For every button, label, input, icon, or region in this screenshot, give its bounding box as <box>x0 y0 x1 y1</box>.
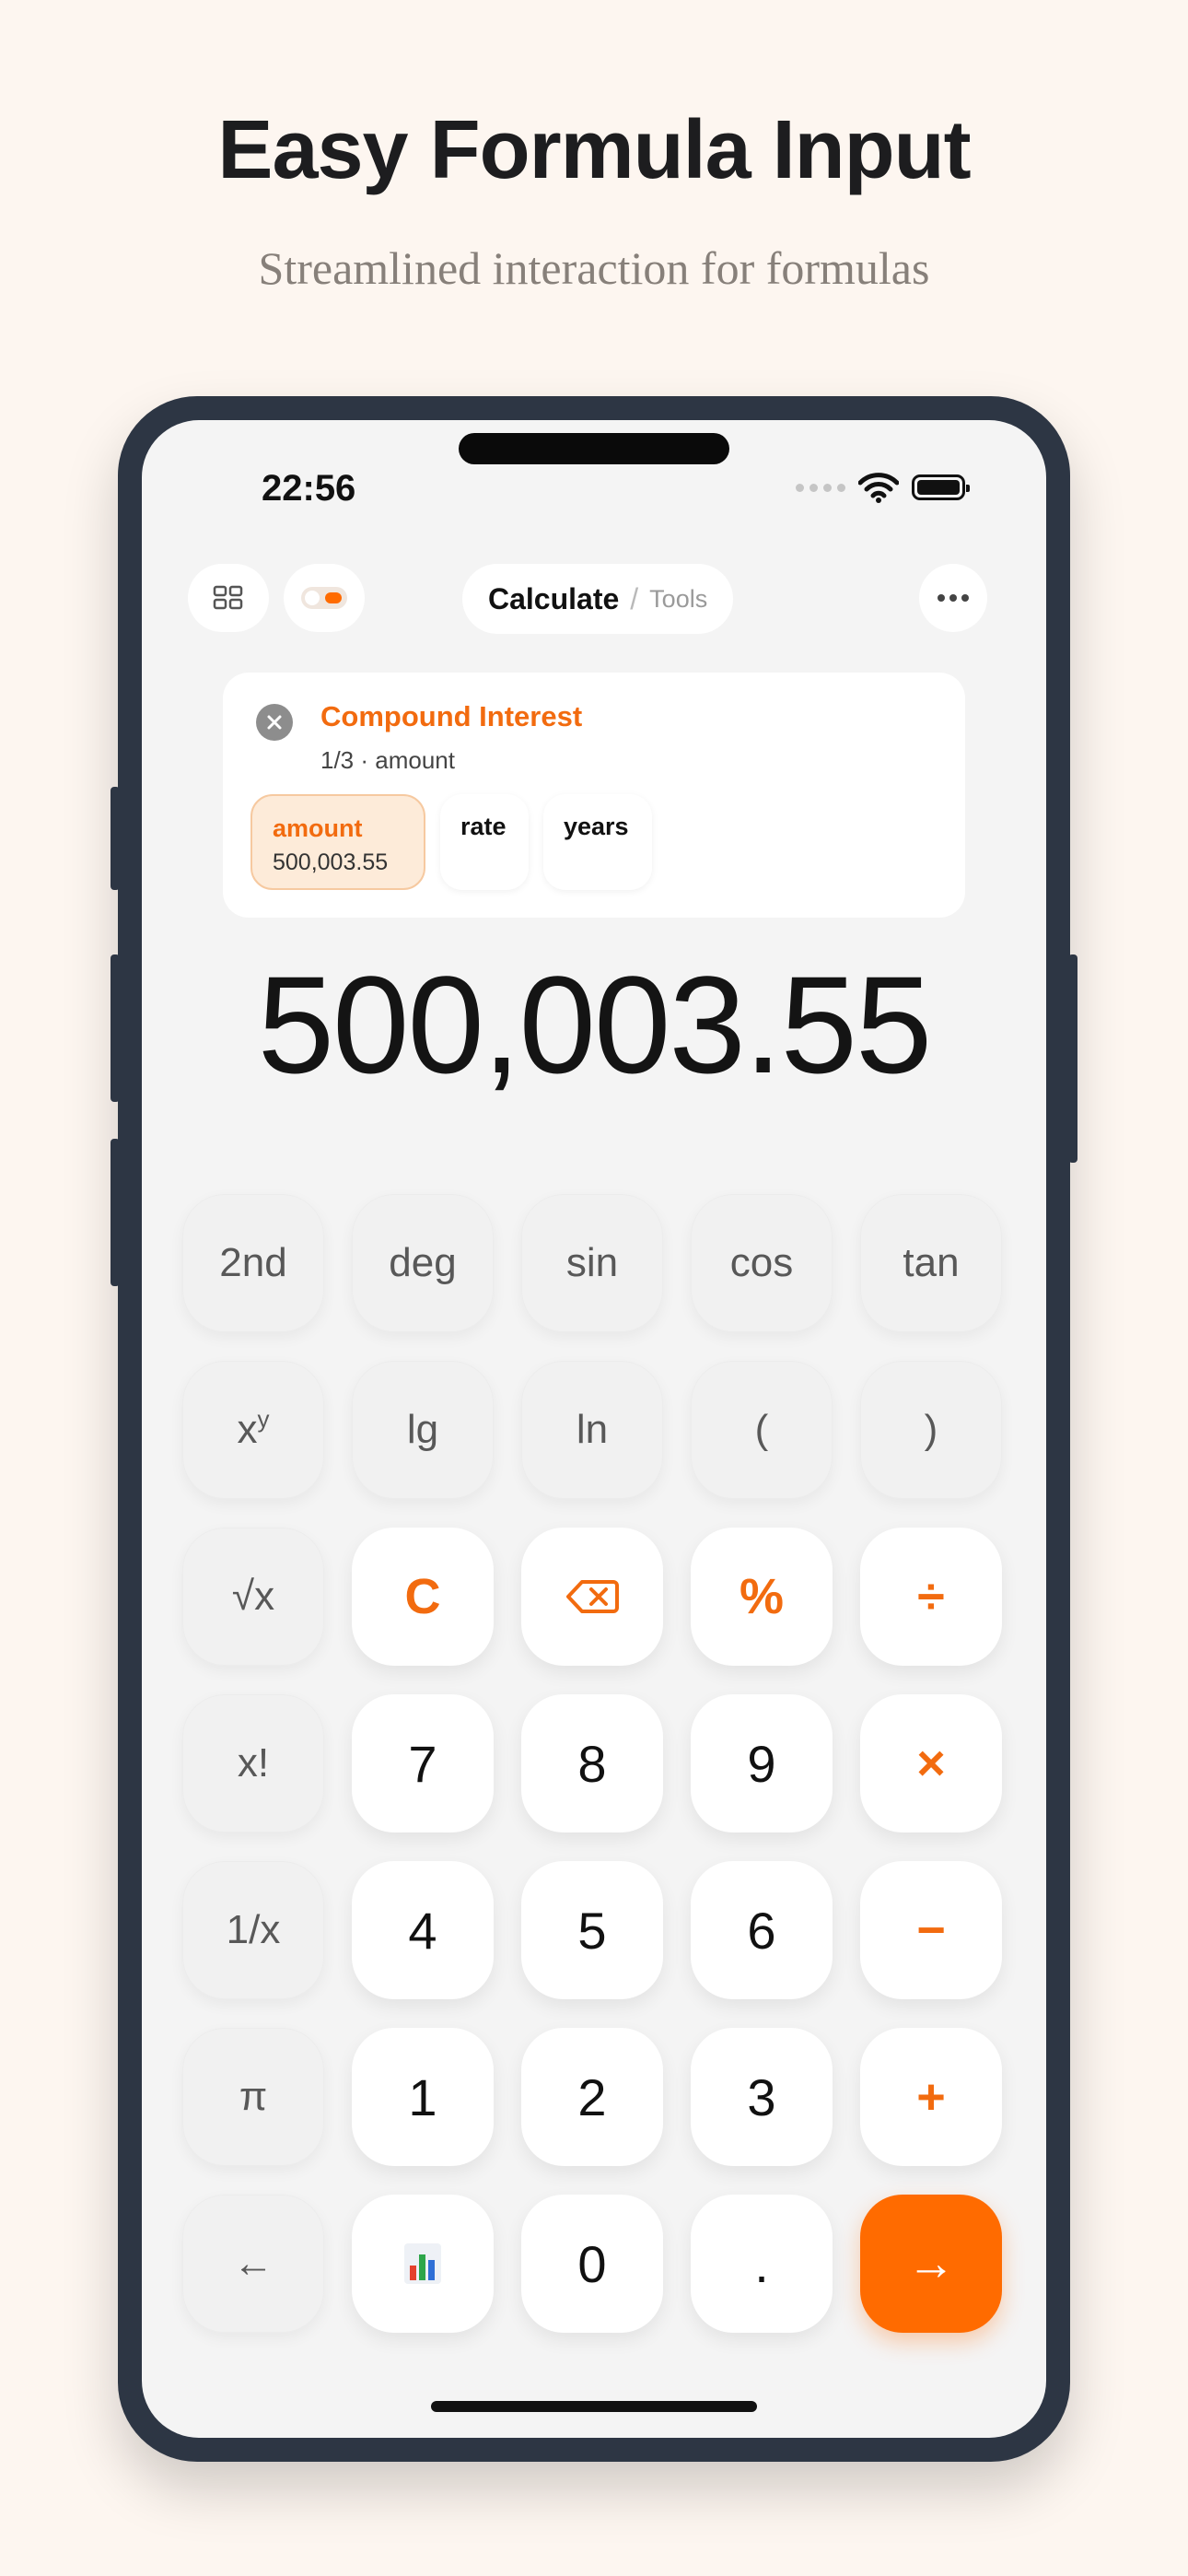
key-0[interactable]: 0 <box>521 2195 663 2333</box>
key-sqrt[interactable]: √x <box>182 1528 324 1666</box>
key-sin[interactable]: sin <box>521 1194 663 1332</box>
key-1[interactable]: 1 <box>352 2028 494 2166</box>
title-label: Calculate <box>488 581 620 615</box>
key-right-paren[interactable]: ) <box>860 1361 1002 1499</box>
status-time: 22:56 <box>262 468 356 509</box>
param-value: 500,003.55 <box>273 849 389 875</box>
key-next[interactable]: → <box>860 2195 1002 2333</box>
battery-icon <box>912 474 970 500</box>
keypad: 2nd deg sin cos tan xy lg ln ( ) √x C % <box>182 1194 1006 2336</box>
formula-card: Compound Interest 1/3 · amount amount 50… <box>223 673 965 918</box>
subheadline: Streamlined interaction for formulas <box>258 242 930 294</box>
dynamic-island <box>459 433 729 464</box>
key-left-paren[interactable]: ( <box>691 1361 833 1499</box>
key-lg[interactable]: lg <box>352 1361 494 1499</box>
key-7[interactable]: 7 <box>352 1694 494 1832</box>
wifi-icon <box>858 473 899 503</box>
param-name: years <box>564 813 629 840</box>
key-pi[interactable]: π <box>182 2028 324 2166</box>
param-chip-years[interactable]: years <box>543 794 652 890</box>
key-backspace[interactable] <box>521 1528 663 1666</box>
signal-icon <box>796 483 845 492</box>
param-name: rate <box>460 813 507 840</box>
formula-progress: 1/3 · amount <box>320 746 455 774</box>
subtitle-label: Tools <box>649 584 708 613</box>
backspace-icon <box>566 1580 619 1613</box>
param-chip-amount[interactable]: amount 500,003.55 <box>250 794 425 890</box>
volume-down-button <box>111 1139 120 1286</box>
key-cos[interactable]: cos <box>691 1194 833 1332</box>
key-power[interactable]: xy <box>182 1361 324 1499</box>
key-deg[interactable]: deg <box>352 1194 494 1332</box>
key-back[interactable]: ← <box>182 2195 324 2333</box>
screen-title[interactable]: Calculate / Tools <box>462 564 734 634</box>
bar-chart-icon <box>404 2243 441 2284</box>
key-percent[interactable]: % <box>691 1528 833 1666</box>
home-indicator <box>431 2401 757 2412</box>
key-chart[interactable] <box>352 2195 494 2333</box>
power-exponent: y <box>257 1404 270 1433</box>
more-button[interactable] <box>919 564 987 632</box>
key-9[interactable]: 9 <box>691 1694 833 1832</box>
grid-icon <box>213 585 243 610</box>
close-icon <box>267 715 282 730</box>
toggle-icon <box>301 587 347 609</box>
phone-frame: 22:56 Calculate / Tools Compound Interes… <box>111 396 1077 2462</box>
key-2[interactable]: 2 <box>521 2028 663 2166</box>
volume-up-button <box>111 954 120 1102</box>
param-chip-rate[interactable]: rate <box>440 794 529 890</box>
formula-title: Compound Interest <box>320 700 583 732</box>
grid-button[interactable] <box>188 564 269 632</box>
app-screen: 22:56 Calculate / Tools Compound Interes… <box>142 420 1046 2438</box>
more-icon <box>938 594 969 602</box>
key-6[interactable]: 6 <box>691 1861 833 1999</box>
key-decimal[interactable]: . <box>691 2195 833 2333</box>
power-button <box>1068 954 1077 1163</box>
key-2nd[interactable]: 2nd <box>182 1194 324 1332</box>
key-ln[interactable]: ln <box>521 1361 663 1499</box>
key-4[interactable]: 4 <box>352 1861 494 1999</box>
key-8[interactable]: 8 <box>521 1694 663 1832</box>
key-5[interactable]: 5 <box>521 1861 663 1999</box>
key-divide[interactable]: ÷ <box>860 1528 1002 1666</box>
key-clear[interactable]: C <box>352 1528 494 1666</box>
param-name: amount <box>273 814 363 842</box>
action-button <box>111 787 120 890</box>
power-base: x <box>237 1407 258 1452</box>
key-factorial[interactable]: x! <box>182 1694 324 1832</box>
mode-toggle-button[interactable] <box>284 564 365 632</box>
key-minus[interactable]: − <box>860 1861 1002 1999</box>
key-plus[interactable]: + <box>860 2028 1002 2166</box>
key-tan[interactable]: tan <box>860 1194 1002 1332</box>
close-formula-button[interactable] <box>256 704 293 741</box>
result-display: 500,003.55 <box>257 947 933 1102</box>
title-separator: / <box>630 581 639 615</box>
key-reciprocal[interactable]: 1/x <box>182 1861 324 1999</box>
status-icons <box>796 472 970 503</box>
key-multiply[interactable]: × <box>860 1694 1002 1832</box>
key-3[interactable]: 3 <box>691 2028 833 2166</box>
headline: Easy Formula Input <box>217 104 971 196</box>
